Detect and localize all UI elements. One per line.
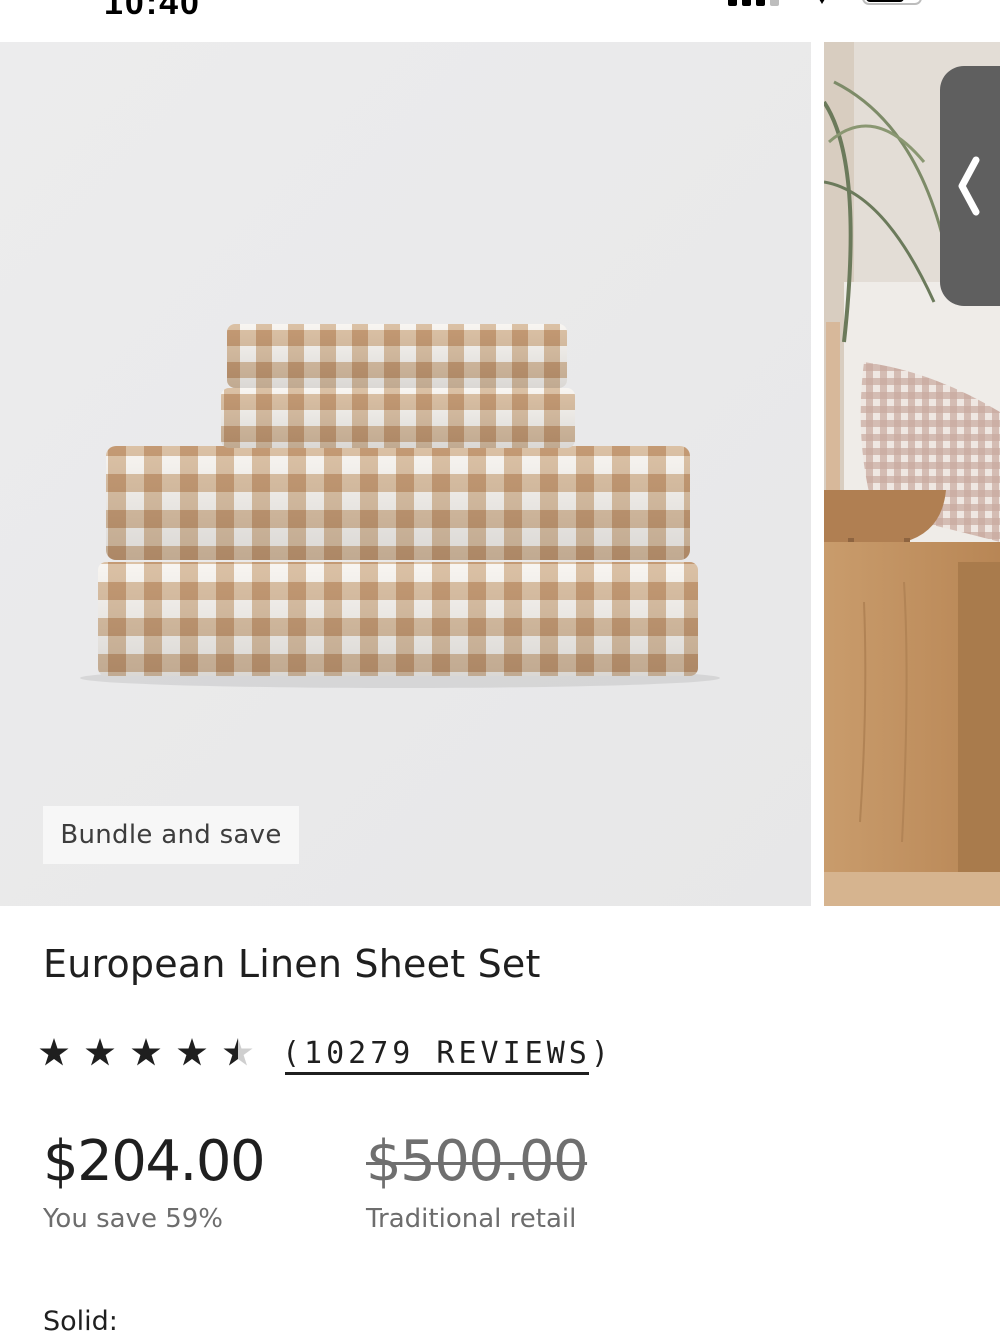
original-price: $500.00 xyxy=(366,1129,589,1194)
current-price: $204.00 xyxy=(43,1129,266,1194)
current-price-block: $204.00 You save 59% xyxy=(43,1129,266,1235)
savings-text: You save 59% xyxy=(43,1204,223,1234)
star-icon xyxy=(177,1038,207,1066)
product-title: European Linen Sheet Set xyxy=(43,942,541,986)
side-panel-handle[interactable] xyxy=(940,66,1000,306)
gingham-sheet-stack-image xyxy=(0,42,811,906)
status-bar: 10:40 xyxy=(0,0,1000,42)
reviews-link[interactable]: (10279 REVIEWS) xyxy=(282,1036,613,1071)
original-price-block: $500.00 Traditional retail xyxy=(366,1129,589,1235)
star-rating xyxy=(38,1033,268,1073)
option-label-solid: Solid: xyxy=(43,1306,118,1333)
star-icon xyxy=(85,1038,115,1066)
wifi-icon xyxy=(819,0,825,4)
cellular-signal-icon xyxy=(728,0,779,6)
star-icon xyxy=(39,1038,69,1066)
product-image-main[interactable]: Bundle and save xyxy=(0,42,811,906)
battery-icon xyxy=(862,0,922,5)
status-time: 10:40 xyxy=(104,0,201,22)
half-star-icon xyxy=(223,1038,253,1066)
original-price-label: Traditional retail xyxy=(366,1204,577,1234)
product-image-gallery[interactable]: Bundle and save xyxy=(0,42,1000,906)
reviews-link-underline xyxy=(285,1072,589,1075)
star-icon xyxy=(131,1038,161,1066)
rating-row: (10279 REVIEWS) xyxy=(38,1030,613,1076)
bundle-badge: Bundle and save xyxy=(43,806,299,864)
chevron-left-icon xyxy=(958,156,980,216)
